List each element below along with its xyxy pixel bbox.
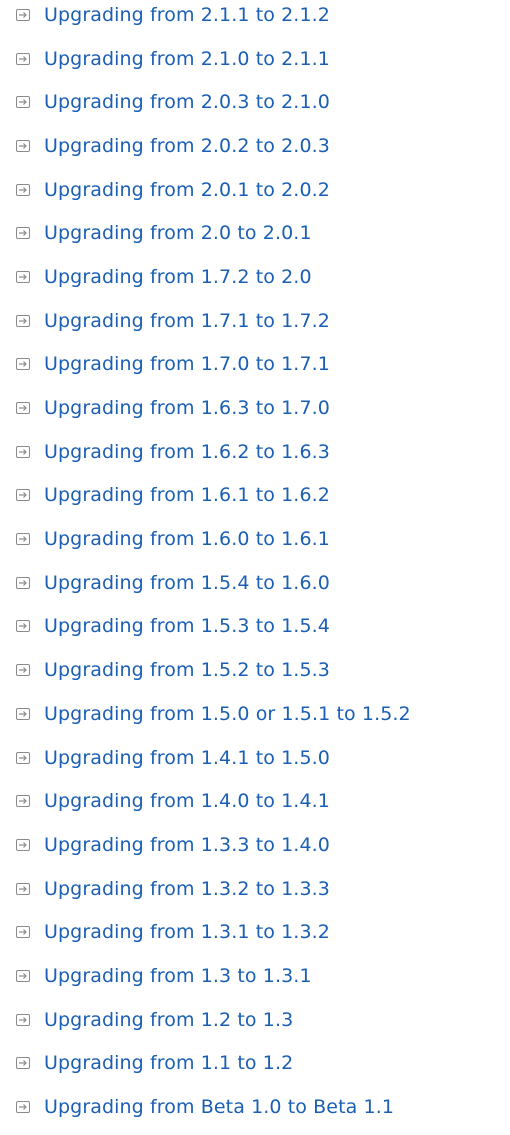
- list-item: Upgrading from 2.1.1 to 2.1.2: [0, 0, 510, 37]
- list-item: Upgrading from 1.7.0 to 1.7.1: [0, 343, 510, 387]
- expand-arrow-icon: [16, 576, 30, 589]
- expand-arrow-icon: [16, 96, 30, 109]
- upgrade-link[interactable]: Upgrading from 2.1.0 to 2.1.1: [44, 48, 330, 70]
- list-item: Upgrading from 2.0.1 to 2.0.2: [0, 168, 510, 212]
- expand-arrow-icon: [16, 882, 30, 895]
- expand-arrow-icon: [16, 183, 30, 196]
- upgrade-link[interactable]: Upgrading from 1.5.3 to 1.5.4: [44, 615, 330, 637]
- upgrade-link[interactable]: Upgrading from 2.0.3 to 2.1.0: [44, 91, 330, 113]
- upgrade-link[interactable]: Upgrading from 1.6.2 to 1.6.3: [44, 441, 330, 463]
- expand-arrow-icon: [16, 795, 30, 808]
- upgrade-link[interactable]: Upgrading from 1.3 to 1.3.1: [44, 965, 312, 987]
- upgrade-link[interactable]: Upgrading from 1.3.3 to 1.4.0: [44, 834, 330, 856]
- list-item: Upgrading from 2.0.2 to 2.0.3: [0, 124, 510, 168]
- list-item: Upgrading from Beta 1.0 to Beta 1.1: [0, 1085, 510, 1129]
- expand-arrow-icon: [16, 664, 30, 677]
- upgrade-link[interactable]: Upgrading from 1.6.3 to 1.7.0: [44, 397, 330, 419]
- expand-arrow-icon: [16, 402, 30, 415]
- list-item: Upgrading from 1.7.2 to 2.0: [0, 255, 510, 299]
- list-item: Upgrading from 1.5.2 to 1.5.3: [0, 648, 510, 692]
- upgrade-link[interactable]: Upgrading from 1.3.1 to 1.3.2: [44, 921, 330, 943]
- list-item: Upgrading from 2.0 to 2.0.1: [0, 211, 510, 255]
- upgrade-link[interactable]: Upgrading from 2.0.1 to 2.0.2: [44, 179, 330, 201]
- upgrade-link[interactable]: Upgrading from 1.5.4 to 1.6.0: [44, 572, 330, 594]
- upgrade-link[interactable]: Upgrading from 2.0 to 2.0.1: [44, 222, 312, 244]
- list-item: Upgrading from 1.7.1 to 1.7.2: [0, 299, 510, 343]
- list-item: Upgrading from 1.3.3 to 1.4.0: [0, 823, 510, 867]
- list-item: Upgrading from 1.5.3 to 1.5.4: [0, 605, 510, 649]
- upgrade-link[interactable]: Upgrading from 1.4.1 to 1.5.0: [44, 747, 330, 769]
- expand-arrow-icon: [16, 314, 30, 327]
- expand-arrow-icon: [16, 838, 30, 851]
- expand-arrow-icon: [16, 358, 30, 371]
- expand-arrow-icon: [16, 1101, 30, 1114]
- upgrade-link[interactable]: Upgrading from 1.4.0 to 1.4.1: [44, 790, 330, 812]
- expand-arrow-icon: [16, 751, 30, 764]
- upgrade-link[interactable]: Upgrading from 1.5.2 to 1.5.3: [44, 659, 330, 681]
- expand-arrow-icon: [16, 926, 30, 939]
- upgrade-link[interactable]: Upgrading from 1.3.2 to 1.3.3: [44, 878, 330, 900]
- upgrade-link[interactable]: Upgrading from 1.1 to 1.2: [44, 1052, 293, 1074]
- list-item: Upgrading from 1.6.1 to 1.6.2: [0, 474, 510, 518]
- list-item: Upgrading from 1.1 to 1.2: [0, 1042, 510, 1086]
- list-item: Upgrading from 1.2 to 1.3: [0, 998, 510, 1042]
- expand-arrow-icon: [16, 445, 30, 458]
- upgrade-link[interactable]: Upgrading from 1.6.1 to 1.6.2: [44, 484, 330, 506]
- list-item: Upgrading from 1.6.0 to 1.6.1: [0, 517, 510, 561]
- list-item: Upgrading from 1.5.0 or 1.5.1 to 1.5.2: [0, 692, 510, 736]
- upgrade-link[interactable]: Upgrading from 1.5.0 or 1.5.1 to 1.5.2: [44, 703, 411, 725]
- upgrade-link[interactable]: Upgrading from 1.7.2 to 2.0: [44, 266, 312, 288]
- expand-arrow-icon: [16, 1057, 30, 1070]
- list-item: Upgrading from 2.1.0 to 2.1.1: [0, 37, 510, 81]
- expand-arrow-icon: [16, 969, 30, 982]
- upgrade-link[interactable]: Upgrading from 1.7.1 to 1.7.2: [44, 310, 330, 332]
- expand-arrow-icon: [16, 52, 30, 65]
- expand-arrow-icon: [16, 270, 30, 283]
- upgrade-link[interactable]: Upgrading from 1.2 to 1.3: [44, 1009, 293, 1031]
- upgrade-link[interactable]: Upgrading from 2.1.1 to 2.1.2: [44, 4, 330, 26]
- list-item: Upgrading from 1.6.2 to 1.6.3: [0, 430, 510, 474]
- upgrade-link[interactable]: Upgrading from 1.7.0 to 1.7.1: [44, 353, 330, 375]
- list-item: Upgrading from 1.3.1 to 1.3.2: [0, 910, 510, 954]
- list-item: Upgrading from 1.4.0 to 1.4.1: [0, 779, 510, 823]
- expand-arrow-icon: [16, 1013, 30, 1026]
- expand-arrow-icon: [16, 139, 30, 152]
- list-item: Upgrading from 1.5.4 to 1.6.0: [0, 561, 510, 605]
- upgrade-links-list: Upgrading from 2.1.1 to 2.1.2 Upgrading f…: [0, 0, 510, 1129]
- upgrade-link[interactable]: Upgrading from 1.6.0 to 1.6.1: [44, 528, 330, 550]
- list-item: Upgrading from 1.3 to 1.3.1: [0, 954, 510, 998]
- upgrade-link[interactable]: Upgrading from Beta 1.0 to Beta 1.1: [44, 1096, 394, 1118]
- list-item: Upgrading from 2.0.3 to 2.1.0: [0, 80, 510, 124]
- list-item: Upgrading from 1.3.2 to 1.3.3: [0, 867, 510, 911]
- expand-arrow-icon: [16, 533, 30, 546]
- expand-arrow-icon: [16, 489, 30, 502]
- upgrade-link[interactable]: Upgrading from 2.0.2 to 2.0.3: [44, 135, 330, 157]
- list-item: Upgrading from 1.4.1 to 1.5.0: [0, 736, 510, 780]
- expand-arrow-icon: [16, 227, 30, 240]
- list-item: Upgrading from 1.6.3 to 1.7.0: [0, 386, 510, 430]
- expand-arrow-icon: [16, 8, 30, 21]
- expand-arrow-icon: [16, 707, 30, 720]
- expand-arrow-icon: [16, 620, 30, 633]
